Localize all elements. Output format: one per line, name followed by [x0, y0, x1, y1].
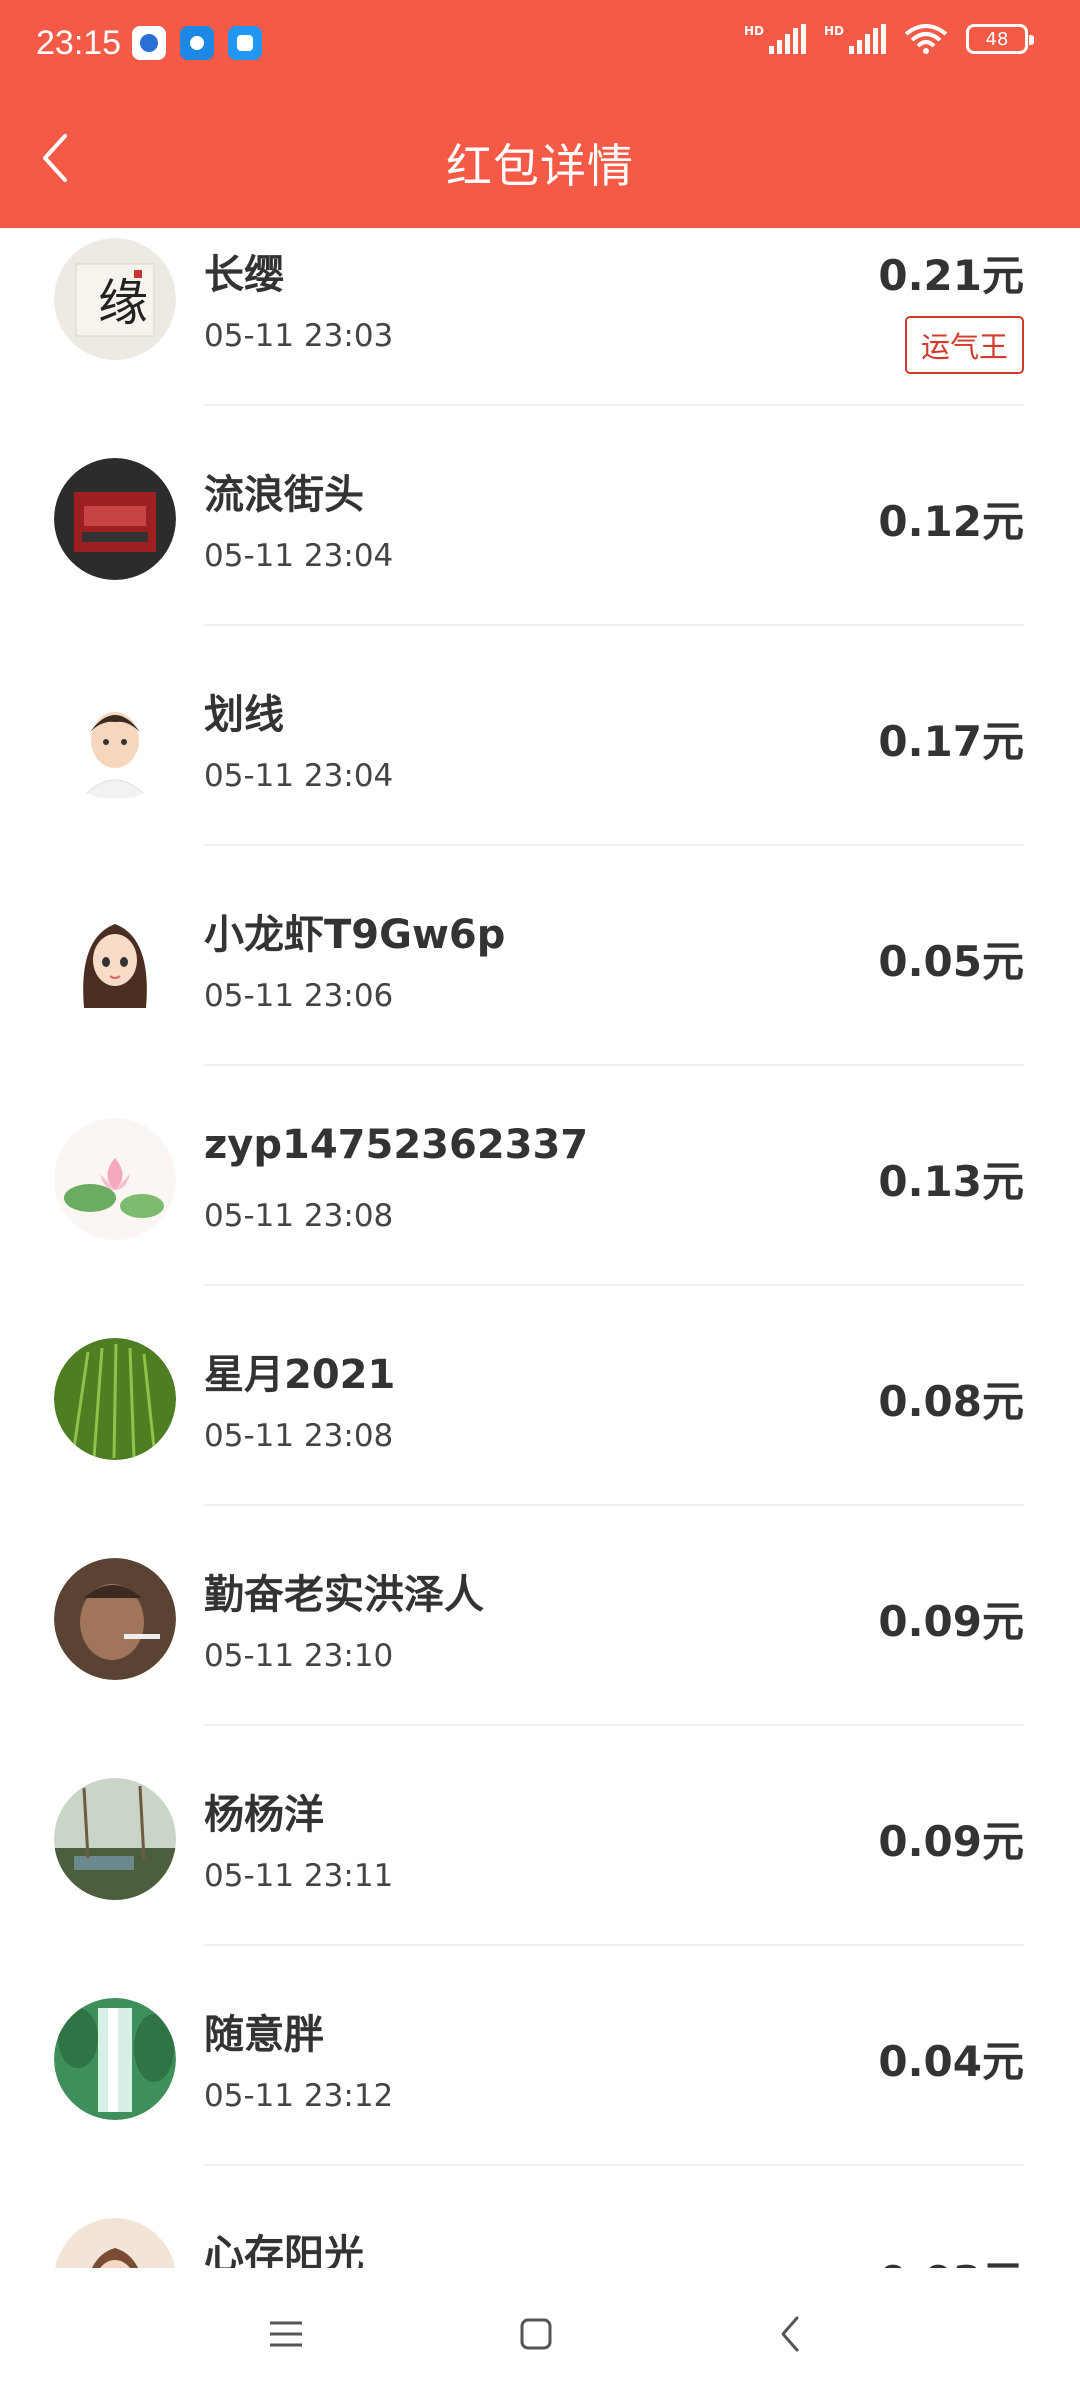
list-item[interactable]: 心存阳光 0.03元: [0, 2166, 1080, 2268]
avatar[interactable]: [54, 2218, 176, 2268]
home-button[interactable]: [506, 2308, 566, 2360]
member-name: 小龙虾T9Gw6p: [204, 912, 506, 958]
page-title: 红包详情: [446, 139, 634, 193]
amount: 0.17元: [878, 717, 1024, 766]
home-icon: [520, 2318, 552, 2350]
amount: 0.03元: [878, 2248, 1024, 2268]
battery-icon: 48: [966, 24, 1034, 54]
list-item[interactable]: 星月2021 05-11 23:08 0.08元: [0, 1286, 1080, 1506]
menu-icon: [270, 2321, 302, 2347]
avatar[interactable]: [54, 1118, 176, 1240]
member-name: 星月2021: [204, 1352, 396, 1398]
red-packet-record-list[interactable]: 缘 长缨 05-11 23:03 0.21元 运气王 流浪街头 05-11 23…: [0, 228, 1080, 2268]
avatar[interactable]: [54, 678, 176, 800]
list-item[interactable]: 缘 长缨 05-11 23:03 0.21元 运气王: [0, 228, 1080, 406]
avatar[interactable]: [54, 1778, 176, 1900]
avatar[interactable]: [54, 1338, 176, 1460]
amount: 0.09元: [878, 1817, 1024, 1866]
grab-time: 05-11 23:03: [204, 318, 394, 354]
list-item[interactable]: zyp14752362337 05-11 23:08 0.13元: [0, 1066, 1080, 1286]
amount: 0.04元: [878, 2037, 1024, 2086]
app-bar: 红包详情: [0, 92, 1080, 228]
avatar[interactable]: [54, 1558, 176, 1680]
list-item[interactable]: 划线 05-11 23:04 0.17元: [0, 626, 1080, 846]
battery-level: 48: [985, 28, 1009, 50]
amount: 0.21元: [878, 251, 1024, 300]
app-notification-icon: [180, 26, 214, 60]
member-name: 心存阳光: [204, 2232, 364, 2268]
svg-text:缘: 缘: [98, 274, 148, 332]
member-name: 勤奋老实洪泽人: [204, 1572, 484, 1618]
member-name: 划线: [204, 692, 284, 738]
lucky-king-badge: 运气王: [904, 316, 1024, 374]
amount: 0.12元: [878, 497, 1024, 546]
amount: 0.13元: [878, 1157, 1024, 1206]
grab-time: 05-11 23:04: [204, 758, 394, 794]
amount: 0.05元: [878, 937, 1024, 986]
grab-time: 05-11 23:08: [204, 1418, 394, 1454]
member-name: 随意胖: [204, 2012, 324, 2058]
hd-signal-icon: HD: [744, 24, 806, 54]
amount: 0.08元: [878, 1377, 1024, 1426]
status-bar: 23:15 HD HD 48: [0, 0, 1080, 92]
member-name: 杨杨洋: [204, 1792, 324, 1838]
back-nav-button[interactable]: [760, 2308, 820, 2360]
avatar[interactable]: [54, 1998, 176, 2120]
grab-time: 05-11 23:12: [204, 2078, 394, 2114]
list-item[interactable]: 随意胖 05-11 23:12 0.04元: [0, 1946, 1080, 2166]
status-icons: HD HD 48: [744, 24, 1034, 54]
list-item[interactable]: 杨杨洋 05-11 23:11 0.09元: [0, 1726, 1080, 1946]
list-item[interactable]: 流浪街头 05-11 23:04 0.12元: [0, 406, 1080, 626]
hd-signal-icon: HD: [824, 24, 886, 54]
status-time: 23:15: [36, 24, 122, 62]
avatar[interactable]: 缘: [54, 238, 176, 360]
list-content: 缘 长缨 05-11 23:03 0.21元 运气王 流浪街头 05-11 23…: [0, 228, 1080, 2268]
avatar[interactable]: [54, 458, 176, 580]
grab-time: 05-11 23:10: [204, 1638, 394, 1674]
system-nav-bar: [0, 2268, 1080, 2400]
member-name: zyp14752362337: [204, 1122, 589, 1168]
app-notification-icon: [132, 26, 166, 60]
member-name: 长缨: [204, 252, 284, 298]
wifi-icon: [904, 24, 948, 54]
list-item[interactable]: 勤奋老实洪泽人 05-11 23:10 0.09元: [0, 1506, 1080, 1726]
amount: 0.09元: [878, 1597, 1024, 1646]
list-item[interactable]: 小龙虾T9Gw6p 05-11 23:06 0.05元: [0, 846, 1080, 1066]
back-icon: [781, 2316, 799, 2352]
notification-icons: [132, 26, 262, 60]
recent-apps-button[interactable]: [256, 2308, 316, 2360]
member-name: 流浪街头: [204, 472, 364, 518]
grab-time: 05-11 23:06: [204, 978, 394, 1014]
app-notification-icon: [228, 26, 262, 60]
grab-time: 05-11 23:08: [204, 1198, 394, 1234]
grab-time: 05-11 23:11: [204, 1858, 394, 1894]
avatar[interactable]: [54, 898, 176, 1020]
grab-time: 05-11 23:04: [204, 538, 394, 574]
